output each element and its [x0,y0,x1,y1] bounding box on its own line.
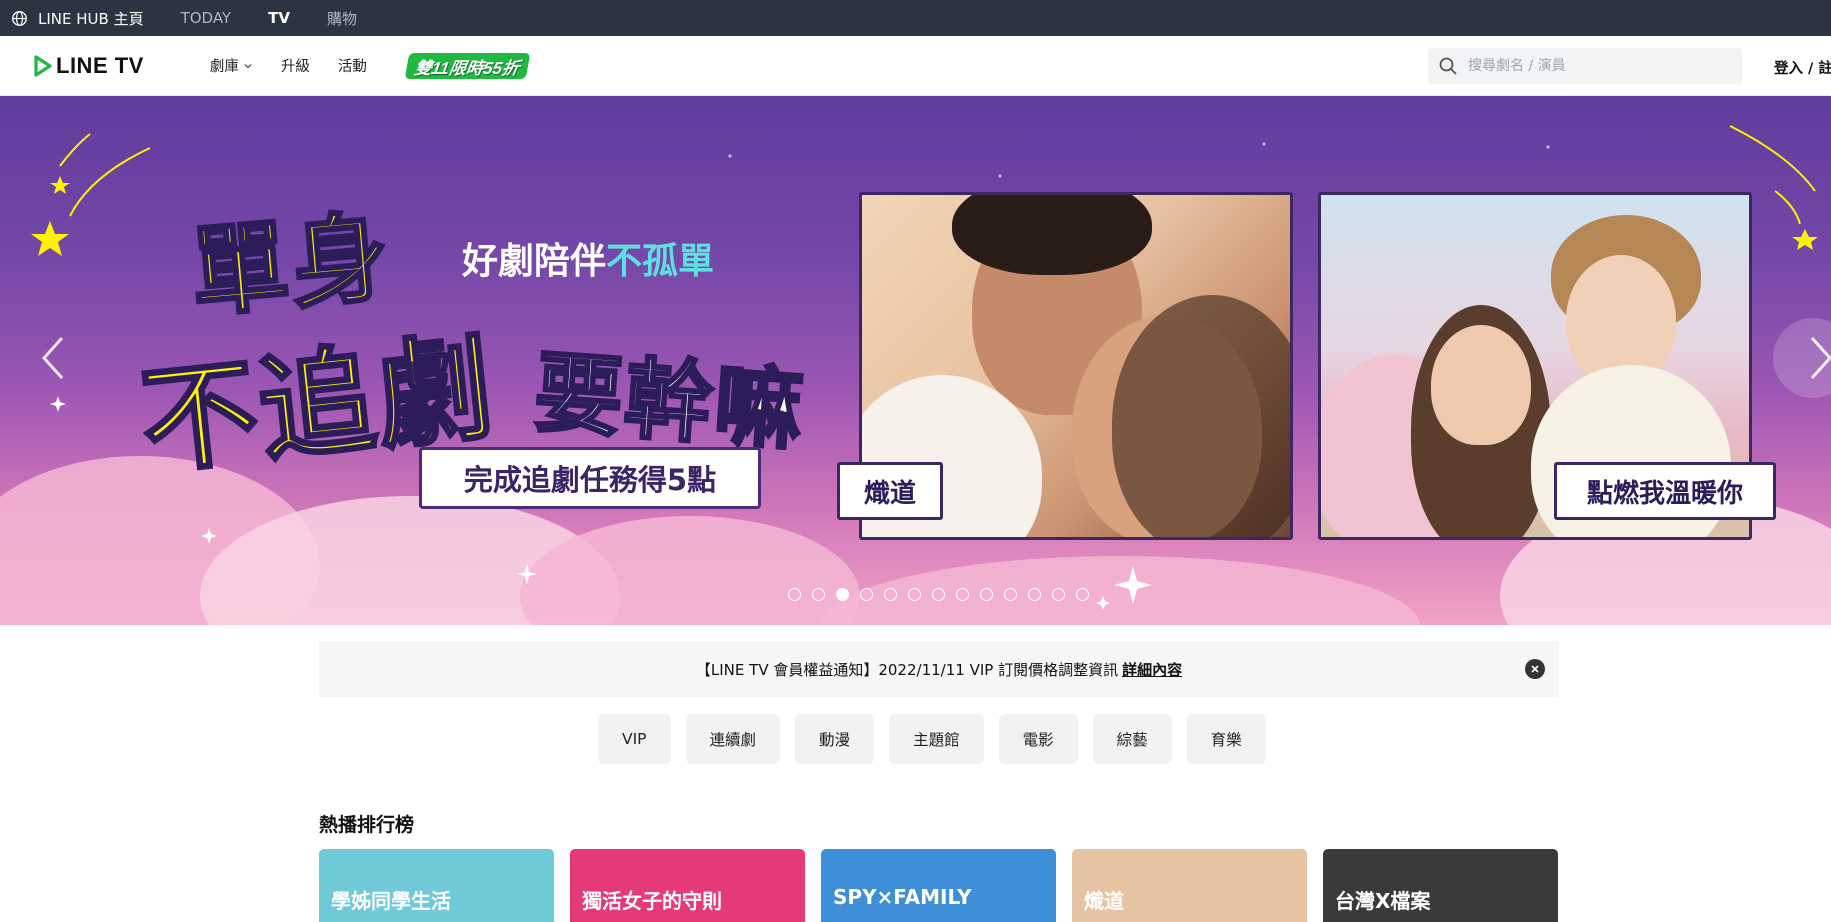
main-header: LINE TV 劇庫 升級 活動 雙11限時55折 登入 / 註冊 [0,36,1831,96]
ranking-card-title: 台灣X檔案 [1335,889,1431,913]
category-theme[interactable]: 主題館 [889,714,984,764]
nav-library[interactable]: 劇庫 [210,55,253,76]
nav-events[interactable]: 活動 [338,55,367,76]
nav-upgrade[interactable]: 升級 [281,55,310,76]
ranking-card[interactable]: 學姊同學生活 [319,849,554,922]
search-icon [1439,57,1457,75]
ranking-card-title: 熾道 [1084,889,1124,913]
ranking-card[interactable]: 台灣X檔案 [1323,849,1558,922]
carousel-dot[interactable] [932,588,945,601]
hub-link-today[interactable]: TODAY [181,9,232,27]
login-register-link[interactable]: 登入 / 註冊 [1774,57,1831,78]
nav-upgrade-label: 升級 [280,59,310,75]
promo-text: 雙11限時55折 [412,58,521,77]
tagline-highlight: 不孤單 [606,241,715,282]
tagline-prefix: 好劇陪伴 [462,241,607,282]
carousel-dot[interactable] [908,588,921,601]
ranking-card-title: 學姊同學生活 [331,889,451,913]
carousel-dot[interactable] [956,588,969,601]
category-anime[interactable]: 動漫 [795,714,875,764]
hub-link-tv[interactable]: TV [268,9,290,27]
carousel-dot[interactable] [1076,588,1089,601]
ranking-cards: 學姊同學生活 獨活女子的守則 SPY×FAMILY 熾道 台灣X檔案 [319,849,1574,922]
close-icon [1531,665,1539,673]
notice-details-link[interactable]: 詳細內容 [1122,659,1182,680]
main-nav: 劇庫 升級 活動 雙11限時55折 [210,52,530,79]
ranking-card[interactable]: 獨活女子的守則 [570,849,805,922]
double11-promo-badge[interactable]: 雙11限時55折 [404,52,530,79]
hub-bar: LINE HUB 主頁 TODAY TV 購物 [0,0,1831,36]
carousel-prev-arrow[interactable] [38,334,68,382]
carousel-dot[interactable] [980,588,993,601]
nav-library-label: 劇庫 [209,59,239,75]
notice-close-button[interactable] [1525,659,1545,679]
ranking-card[interactable]: SPY×FAMILY [821,849,1056,922]
ranking-title: 熱播排行榜 [319,814,415,836]
carousel-dot[interactable] [788,588,801,601]
ranking-card[interactable]: 熾道 [1072,849,1307,922]
globe-icon [12,10,27,26]
category-education[interactable]: 育樂 [1186,714,1266,764]
carousel-dot[interactable] [1028,588,1041,601]
hero-tagline: 好劇陪伴不孤單 [462,232,714,284]
chevron-down-icon [244,63,252,68]
ranking-card-title: 獨活女子的守則 [582,889,722,913]
carousel-dot[interactable] [1052,588,1065,601]
carousel-dot[interactable] [860,588,873,601]
hero-banner[interactable]: 單身 不追劇 要幹嘛 好劇陪伴不孤單 完成追劇任務得5點 熾道 點燃我溫暖你 [0,96,1831,625]
carousel-dot[interactable] [836,588,849,601]
search-box[interactable] [1428,48,1742,84]
category-vip[interactable]: VIP [598,714,671,764]
category-drama[interactable]: 連續劇 [685,714,781,764]
hub-link-shopping[interactable]: 購物 [327,8,357,29]
category-chips: VIP 連續劇 動漫 主題館 電影 綜藝 育樂 [598,714,1281,764]
ranking-card-title: SPY×FAMILY [833,885,972,909]
poster-figure [1431,325,1531,445]
search-input[interactable] [1466,57,1726,75]
hub-home-link[interactable]: LINE HUB 主頁 [11,8,144,29]
category-movie[interactable]: 電影 [998,714,1078,764]
carousel-dot[interactable] [1004,588,1017,601]
carousel-dot[interactable] [812,588,825,601]
poster-figure [952,195,1152,275]
carousel-pagination [788,588,1100,601]
poster-2-title: 點燃我溫暖你 [1554,462,1776,520]
carousel-next-arrow[interactable] [1806,334,1831,382]
line-tv-logo[interactable]: LINE TV [34,36,144,96]
carousel-dot[interactable] [884,588,897,601]
play-logo-icon [34,54,52,77]
nav-events-label: 活動 [337,59,367,75]
logo-text: LINE TV [56,52,144,78]
notice-text: 【LINE TV 會員權益通知】2022/11/11 VIP 訂閱價格調整資訊 [695,660,1119,679]
hub-home-label: LINE HUB 主頁 [38,9,144,28]
poster-1-title: 熾道 [837,462,943,520]
category-variety[interactable]: 綜藝 [1092,714,1172,764]
member-notice-bar: 【LINE TV 會員權益通知】2022/11/11 VIP 訂閱價格調整資訊 … [319,641,1559,697]
mission-label: 完成追劇任務得5點 [419,447,761,509]
hero-headline-line2b: 要幹嘛 [530,339,810,464]
